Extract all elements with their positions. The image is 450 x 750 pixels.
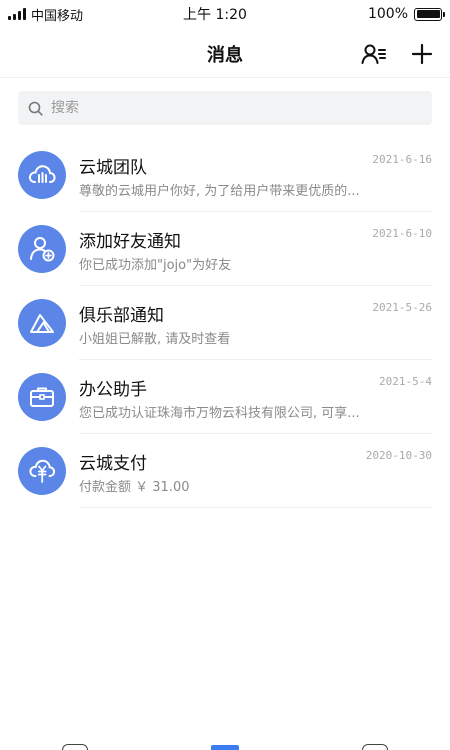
- tab-profile[interactable]: [362, 744, 389, 750]
- carrier-label: 中国移动: [31, 8, 84, 24]
- message-body: 云城团队 2021-6-16 尊敬的云城用户你好, 为了给用户带来更优质的...: [79, 138, 432, 212]
- list-item[interactable]: 俱乐部通知 2021-5-26 小姐姐已解散, 请及时查看: [0, 286, 450, 360]
- avatar: [18, 225, 66, 273]
- message-title: 添加好友通知: [79, 232, 181, 252]
- status-time: 上午 1:20: [183, 7, 247, 23]
- club-icon: [30, 314, 54, 333]
- yuan-cloud-icon: [29, 459, 56, 483]
- message-preview: 小姐姐已解散, 请及时查看: [79, 332, 231, 347]
- nav-actions: [360, 30, 436, 78]
- page-title: 消息: [207, 44, 243, 66]
- search-input[interactable]: [51, 100, 391, 116]
- message-preview: 你已成功添加"jojo"为好友: [79, 258, 232, 273]
- status-left: 中国移动: [8, 5, 168, 24]
- message-body: 办公助手 2021-5-4 您已成功认证珠海市万物云科技有限公司, 可享...: [79, 360, 432, 434]
- list-item[interactable]: 云城支付 2020-10-30 付款金额 ￥ 31.00: [0, 434, 450, 508]
- contacts-button[interactable]: [360, 40, 388, 68]
- battery-icon: [414, 7, 445, 21]
- add-button[interactable]: [408, 40, 436, 68]
- message-date: 2021-6-16: [372, 153, 432, 166]
- list-item[interactable]: 云城团队 2021-6-16 尊敬的云城用户你好, 为了给用户带来更优质的...: [0, 138, 450, 212]
- nav-bar: 消息: [0, 30, 450, 78]
- contacts-list-icon: [361, 44, 386, 64]
- cloud-icon: [28, 165, 56, 183]
- signal-icon: [8, 8, 26, 20]
- battery-percent: 100%: [367, 6, 408, 22]
- message-title: 办公助手: [79, 380, 147, 400]
- message-list: 云城团队 2021-6-16 尊敬的云城用户你好, 为了给用户带来更优质的...…: [0, 138, 450, 508]
- message-date: 2021-5-26: [372, 301, 432, 314]
- avatar: [18, 373, 66, 421]
- avatar: [18, 151, 66, 199]
- list-item[interactable]: 添加好友通知 2021-6-10 你已成功添加"jojo"为好友: [0, 212, 450, 286]
- briefcase-icon: [30, 387, 54, 407]
- message-preview: 您已成功认证珠海市万物云科技有限公司, 可享...: [79, 406, 360, 421]
- message-body: 添加好友通知 2021-6-10 你已成功添加"jojo"为好友: [79, 212, 432, 286]
- tab-bar: [0, 740, 450, 750]
- search-bar[interactable]: [18, 91, 432, 125]
- list-item[interactable]: 办公助手 2021-5-4 您已成功认证珠海市万物云科技有限公司, 可享...: [0, 360, 450, 434]
- status-right: 100%: [282, 6, 445, 22]
- search-icon: [28, 101, 43, 116]
- message-title: 俱乐部通知: [79, 306, 164, 326]
- message-date: 2021-5-4: [379, 375, 432, 388]
- message-date: 2021-6-10: [372, 227, 432, 240]
- tab-messages[interactable]: [210, 745, 239, 750]
- message-title: 云城团队: [79, 158, 147, 178]
- message-title: 云城支付: [79, 454, 147, 474]
- message-date: 2020-10-30: [365, 449, 432, 462]
- avatar: [18, 447, 66, 495]
- tab-home[interactable]: [61, 744, 88, 750]
- add-friend-icon: [30, 237, 55, 262]
- avatar: [18, 299, 66, 347]
- status-bar: 中国移动 上午 1:20 100%: [0, 0, 450, 28]
- message-body: 云城支付 2020-10-30 付款金额 ￥ 31.00: [79, 434, 432, 508]
- message-preview: 尊敬的云城用户你好, 为了给用户带来更优质的...: [79, 184, 360, 199]
- message-body: 俱乐部通知 2021-5-26 小姐姐已解散, 请及时查看: [79, 286, 432, 360]
- plus-icon: [411, 43, 433, 65]
- message-preview: 付款金额 ￥ 31.00: [79, 480, 190, 495]
